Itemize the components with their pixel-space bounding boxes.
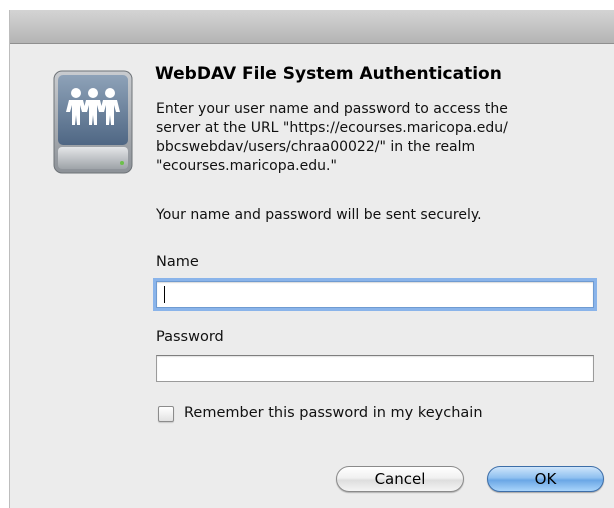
text-caret	[164, 286, 165, 303]
cancel-button[interactable]: Cancel	[336, 466, 464, 492]
message-line: server at the URL "https://ecourses.mari…	[156, 120, 508, 136]
remember-password-label[interactable]: Remember this password in my keychain	[184, 405, 483, 421]
ok-button[interactable]: OK	[487, 466, 604, 492]
network-drive-icon	[52, 69, 134, 175]
name-label: Name	[156, 254, 199, 270]
title-bar[interactable]	[10, 10, 614, 44]
dialog-title: WebDAV File System Authentication	[155, 64, 502, 84]
authentication-dialog	[10, 10, 614, 508]
remember-password-checkbox[interactable]	[158, 406, 174, 422]
secure-note: Your name and password will be sent secu…	[156, 207, 482, 223]
message-line: Enter your user name and password to acc…	[156, 101, 508, 117]
name-input[interactable]	[156, 281, 594, 308]
message-line: "ecourses.maricopa.edu."	[156, 158, 337, 174]
dialog-message: Enter your user name and password to acc…	[156, 100, 596, 176]
password-label: Password	[156, 329, 224, 345]
password-input[interactable]	[156, 355, 594, 382]
message-line: bbcswebdav/users/chraa00022/" in the rea…	[156, 139, 476, 155]
